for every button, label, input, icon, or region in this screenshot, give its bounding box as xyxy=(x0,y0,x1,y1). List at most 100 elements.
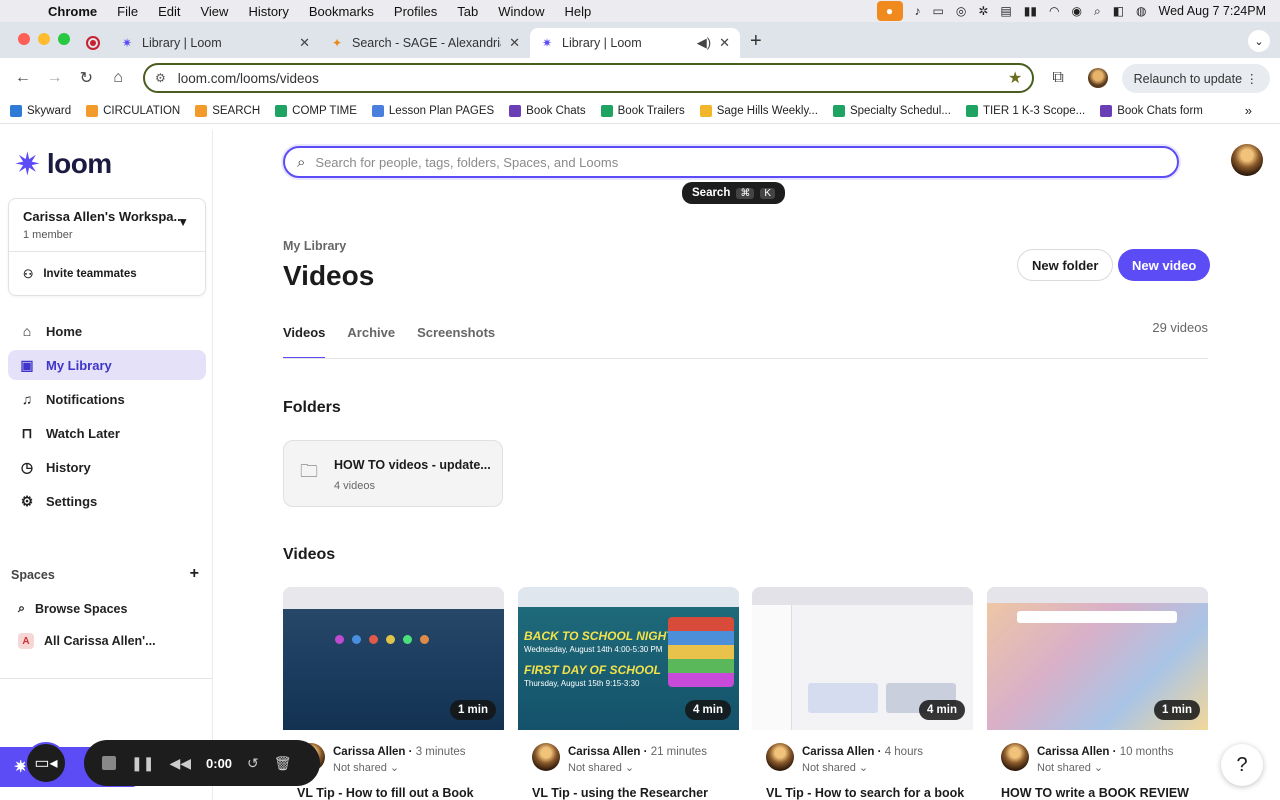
share-status-dropdown[interactable]: Not shared ⌄ xyxy=(802,761,868,774)
tab-loom-library-active[interactable]: ✷ Library | Loom ◀) ✕ xyxy=(530,28,740,58)
keyboard-icon[interactable]: ▤ xyxy=(1000,4,1011,18)
menu-view[interactable]: View xyxy=(190,4,238,19)
bookmark-item[interactable]: Sage Hills Weekly... xyxy=(699,104,818,117)
microphone-icon[interactable]: ● xyxy=(876,1,903,21)
siri-icon[interactable]: ◍ xyxy=(1136,4,1146,18)
sidebar-item-notifications[interactable]: ♫ Notifications xyxy=(8,384,206,414)
loom-logo[interactable]: ✷ loom xyxy=(14,148,112,180)
minimize-window-button[interactable] xyxy=(38,33,50,45)
bookmark-item[interactable]: Lesson Plan PAGES xyxy=(371,104,494,117)
control-center-icon[interactable]: ◧ xyxy=(1113,4,1124,18)
video-title[interactable]: VL Tip - How to search for a book xyxy=(752,774,973,800)
bookmark-item[interactable]: SEARCH xyxy=(195,104,260,117)
menu-window[interactable]: Window xyxy=(488,4,554,19)
bookmark-star-icon[interactable]: ★ xyxy=(1008,68,1022,88)
more-bookmarks-icon[interactable]: » xyxy=(1245,103,1252,118)
gear-icon[interactable]: ✲ xyxy=(978,4,988,18)
sidebar-item-home[interactable]: ⌂ Home xyxy=(8,316,206,346)
profile-avatar[interactable] xyxy=(1087,68,1108,88)
bookmark-item[interactable]: TIER 1 K-3 Scope... xyxy=(965,104,1085,117)
close-tab-icon[interactable]: ✕ xyxy=(299,35,310,51)
video-thumbnail[interactable]: 1 min xyxy=(283,587,504,730)
share-status-dropdown[interactable]: Not shared ⌄ xyxy=(1037,761,1103,774)
bookmark-item[interactable]: CIRCULATION xyxy=(86,104,180,117)
display-icon[interactable]: ▭ xyxy=(933,4,944,18)
home-icon[interactable]: ⌂ xyxy=(105,69,131,87)
sidebar-item-settings[interactable]: ⚙ Settings xyxy=(8,486,206,516)
video-thumbnail[interactable]: 4 min xyxy=(752,587,973,730)
menu-bookmarks[interactable]: Bookmarks xyxy=(299,4,384,19)
bookmark-item[interactable]: Book Chats xyxy=(509,104,586,117)
search-input[interactable]: ⌕ Search for people, tags, folders, Spac… xyxy=(283,146,1179,178)
add-space-icon[interactable]: + xyxy=(190,566,199,582)
video-title[interactable]: VL Tip - using the Researcher xyxy=(518,774,739,800)
help-button[interactable]: ? xyxy=(1221,744,1263,786)
new-video-button[interactable]: New video xyxy=(1118,249,1211,281)
menu-help[interactable]: Help xyxy=(555,4,602,19)
url-text[interactable]: loom.com/looms/videos xyxy=(178,71,996,86)
new-tab-button[interactable]: + xyxy=(740,30,772,58)
invite-teammates-button[interactable]: ⚇ Invite teammates xyxy=(23,267,137,281)
site-settings-icon[interactable]: ⚙ xyxy=(155,71,166,85)
tab-screenshots[interactable]: Screenshots xyxy=(417,325,495,359)
recording-indicator-icon[interactable] xyxy=(86,36,100,50)
sidebar-item-my-library[interactable]: ▣ My Library xyxy=(8,350,206,380)
close-window-button[interactable] xyxy=(18,33,30,45)
rewind-icon[interactable]: ◀◀ xyxy=(169,755,191,772)
tab-sage-search[interactable]: ✦ Search - SAGE - Alexandria ✕ xyxy=(320,28,530,58)
tab-archive[interactable]: Archive xyxy=(347,325,395,359)
reload-icon[interactable]: ↻ xyxy=(74,68,100,88)
space-item-all[interactable]: A All Carissa Allen'... xyxy=(18,633,156,649)
search-icon[interactable]: ⌕ xyxy=(1094,4,1101,19)
mic-status-icon[interactable]: ♪ xyxy=(915,4,921,18)
tab-loom-library-1[interactable]: ✷ Library | Loom ✕ xyxy=(110,28,320,58)
creative-cloud-icon[interactable]: ◎ xyxy=(956,4,966,18)
bookmark-item[interactable]: Skyward xyxy=(10,104,71,117)
video-title[interactable]: HOW TO write a BOOK REVIEW xyxy=(987,774,1208,800)
menu-clock[interactable]: Wed Aug 7 7:24PM xyxy=(1159,4,1266,18)
pause-icon[interactable]: ❚❚ xyxy=(131,755,154,772)
bookmark-item[interactable]: Book Chats form xyxy=(1100,104,1203,117)
menu-app-name[interactable]: Chrome xyxy=(46,4,107,19)
menu-file[interactable]: File xyxy=(107,4,148,19)
avatar[interactable] xyxy=(1231,144,1263,176)
share-status-dropdown[interactable]: Not shared ⌄ xyxy=(333,761,399,774)
menu-profiles[interactable]: Profiles xyxy=(384,4,447,19)
sidebar-item-history[interactable]: ◷ History xyxy=(8,452,206,482)
new-folder-button[interactable]: New folder xyxy=(1017,249,1114,281)
camera-icon[interactable]: ▭◂ xyxy=(25,742,67,784)
chevron-down-icon[interactable]: ▼ xyxy=(177,215,189,229)
video-thumbnail[interactable]: 1 min xyxy=(987,587,1208,730)
forward-arrow-icon[interactable]: → xyxy=(42,69,68,87)
video-card[interactable]: 1 min Carissa Allen · 10 months Not shar… xyxy=(987,587,1208,800)
trash-icon[interactable]: 🗑 xyxy=(274,755,292,772)
address-bar[interactable]: ⚙ loom.com/looms/videos ★ xyxy=(143,63,1035,93)
menu-tab[interactable]: Tab xyxy=(447,4,488,19)
sidebar-item-watch-later[interactable]: ⊓ Watch Later xyxy=(8,418,206,448)
stop-icon[interactable] xyxy=(102,756,116,770)
folder-card[interactable]: 🗀 HOW TO videos - update... 4 videos xyxy=(283,440,503,507)
restart-icon[interactable]: ↺ xyxy=(247,755,259,772)
workspace-switcher[interactable]: Carissa Allen's Workspa... 1 member ▼ ⚇ … xyxy=(8,198,206,296)
share-status-dropdown[interactable]: Not shared ⌄ xyxy=(568,761,634,774)
video-card[interactable]: 4 min Carissa Allen · 4 hours Not shared… xyxy=(752,587,973,800)
tab-videos[interactable]: Videos xyxy=(283,325,326,359)
relaunch-to-update-button[interactable]: Relaunch to update ⋮ xyxy=(1121,63,1271,93)
back-arrow-icon[interactable]: ← xyxy=(10,69,36,87)
user-icon[interactable]: ◉ xyxy=(1071,4,1081,18)
bookmark-item[interactable]: Book Trailers xyxy=(600,104,685,117)
breadcrumb[interactable]: My Library xyxy=(283,239,346,253)
bookmark-item[interactable]: Specialty Schedul... xyxy=(832,104,951,117)
extensions-puzzle-icon[interactable]: ⧉ xyxy=(1052,69,1063,87)
close-tab-icon[interactable]: ✕ xyxy=(719,35,730,51)
zoom-window-button[interactable] xyxy=(58,33,70,45)
menu-edit[interactable]: Edit xyxy=(148,4,190,19)
chevron-down-icon[interactable]: ⌄ xyxy=(1248,30,1270,52)
browse-spaces-item[interactable]: ⌕ Browse Spaces xyxy=(18,601,127,616)
video-card[interactable]: BACK TO SCHOOL NIGHT Wednesday, August 1… xyxy=(518,587,739,800)
menu-history[interactable]: History xyxy=(238,4,298,19)
speaker-icon[interactable]: ◀) xyxy=(697,35,711,51)
bookmark-item[interactable]: COMP TIME xyxy=(275,104,357,117)
close-tab-icon[interactable]: ✕ xyxy=(509,35,520,51)
battery-icon[interactable]: ▮▮ xyxy=(1024,4,1037,18)
